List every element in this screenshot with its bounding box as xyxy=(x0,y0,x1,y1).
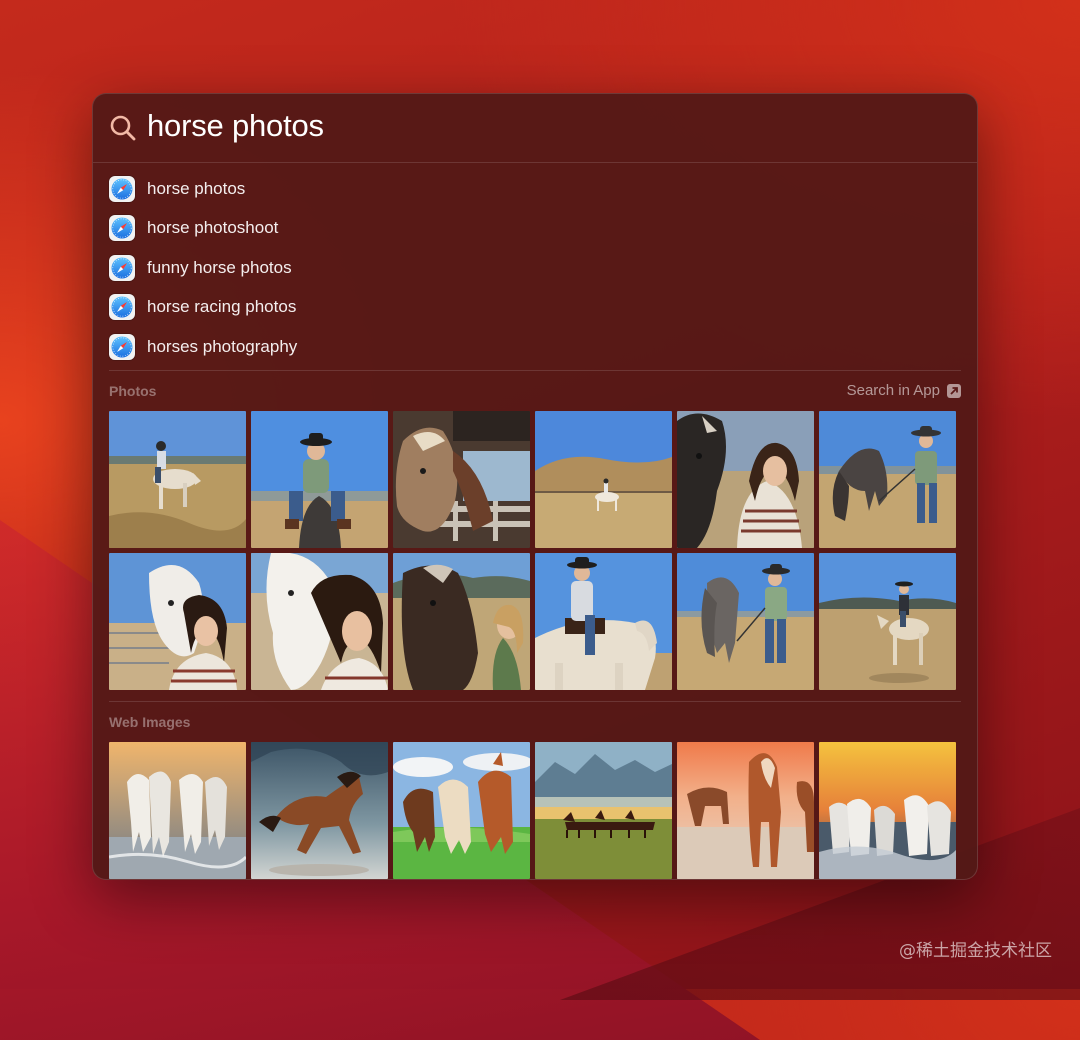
suggestion-label: horse photos xyxy=(147,179,246,198)
search-divider xyxy=(93,162,977,163)
photos-section-title: Photos xyxy=(109,383,157,399)
safari-icon xyxy=(109,334,135,360)
web-image-thumbnail[interactable] xyxy=(535,742,672,879)
web-image-thumbnail[interactable] xyxy=(109,742,246,879)
search-bar[interactable]: horse photos xyxy=(93,94,977,162)
photo-thumbnail[interactable] xyxy=(677,553,814,690)
photo-thumbnail[interactable] xyxy=(677,411,814,548)
photo-thumbnail[interactable] xyxy=(819,411,956,548)
photo-thumbnail[interactable] xyxy=(535,411,672,548)
photo-thumbnail[interactable] xyxy=(393,553,530,690)
safari-icon xyxy=(109,255,135,281)
suggestion-label: horses photography xyxy=(147,337,298,356)
safari-icon xyxy=(109,294,135,320)
suggestion-item[interactable]: horse photoshoot xyxy=(109,212,609,244)
photo-thumbnail[interactable] xyxy=(109,411,246,548)
watermark: @稀土掘金技术社区 xyxy=(899,941,1052,961)
suggestion-item[interactable]: funny horse photos xyxy=(109,252,609,284)
section-divider xyxy=(109,701,961,702)
search-input[interactable]: horse photos xyxy=(147,108,324,144)
suggestion-item[interactable]: horses photography xyxy=(109,331,609,363)
search-in-app-button[interactable]: Search in App xyxy=(847,382,961,399)
photo-thumbnail[interactable] xyxy=(819,553,956,690)
photo-thumbnail[interactable] xyxy=(251,411,388,548)
photo-thumbnail[interactable] xyxy=(393,411,530,548)
section-divider xyxy=(109,370,961,371)
safari-icon xyxy=(109,215,135,241)
search-in-app-label: Search in App xyxy=(846,382,940,399)
photo-thumbnail[interactable] xyxy=(535,553,672,690)
spotlight-panel: horse photos horse photos horse photosho… xyxy=(92,93,978,880)
web-images-section-title: Web Images xyxy=(109,714,191,730)
safari-icon xyxy=(109,176,135,202)
photo-thumbnail[interactable] xyxy=(109,553,246,690)
web-image-thumbnail[interactable] xyxy=(677,742,814,879)
suggestion-label: funny horse photos xyxy=(147,258,292,277)
suggestion-label: horse photoshoot xyxy=(147,218,279,237)
web-image-thumbnail[interactable] xyxy=(251,742,388,879)
arrow-up-right-icon xyxy=(947,383,961,398)
suggestion-item[interactable]: horse racing photos xyxy=(109,291,609,323)
suggestion-label: horse racing photos xyxy=(147,297,297,316)
search-icon xyxy=(110,115,136,141)
web-image-thumbnail[interactable] xyxy=(393,742,530,879)
photo-thumbnail[interactable] xyxy=(251,553,388,690)
web-image-thumbnail[interactable] xyxy=(819,742,956,879)
suggestion-item[interactable]: horse photos xyxy=(109,173,609,205)
